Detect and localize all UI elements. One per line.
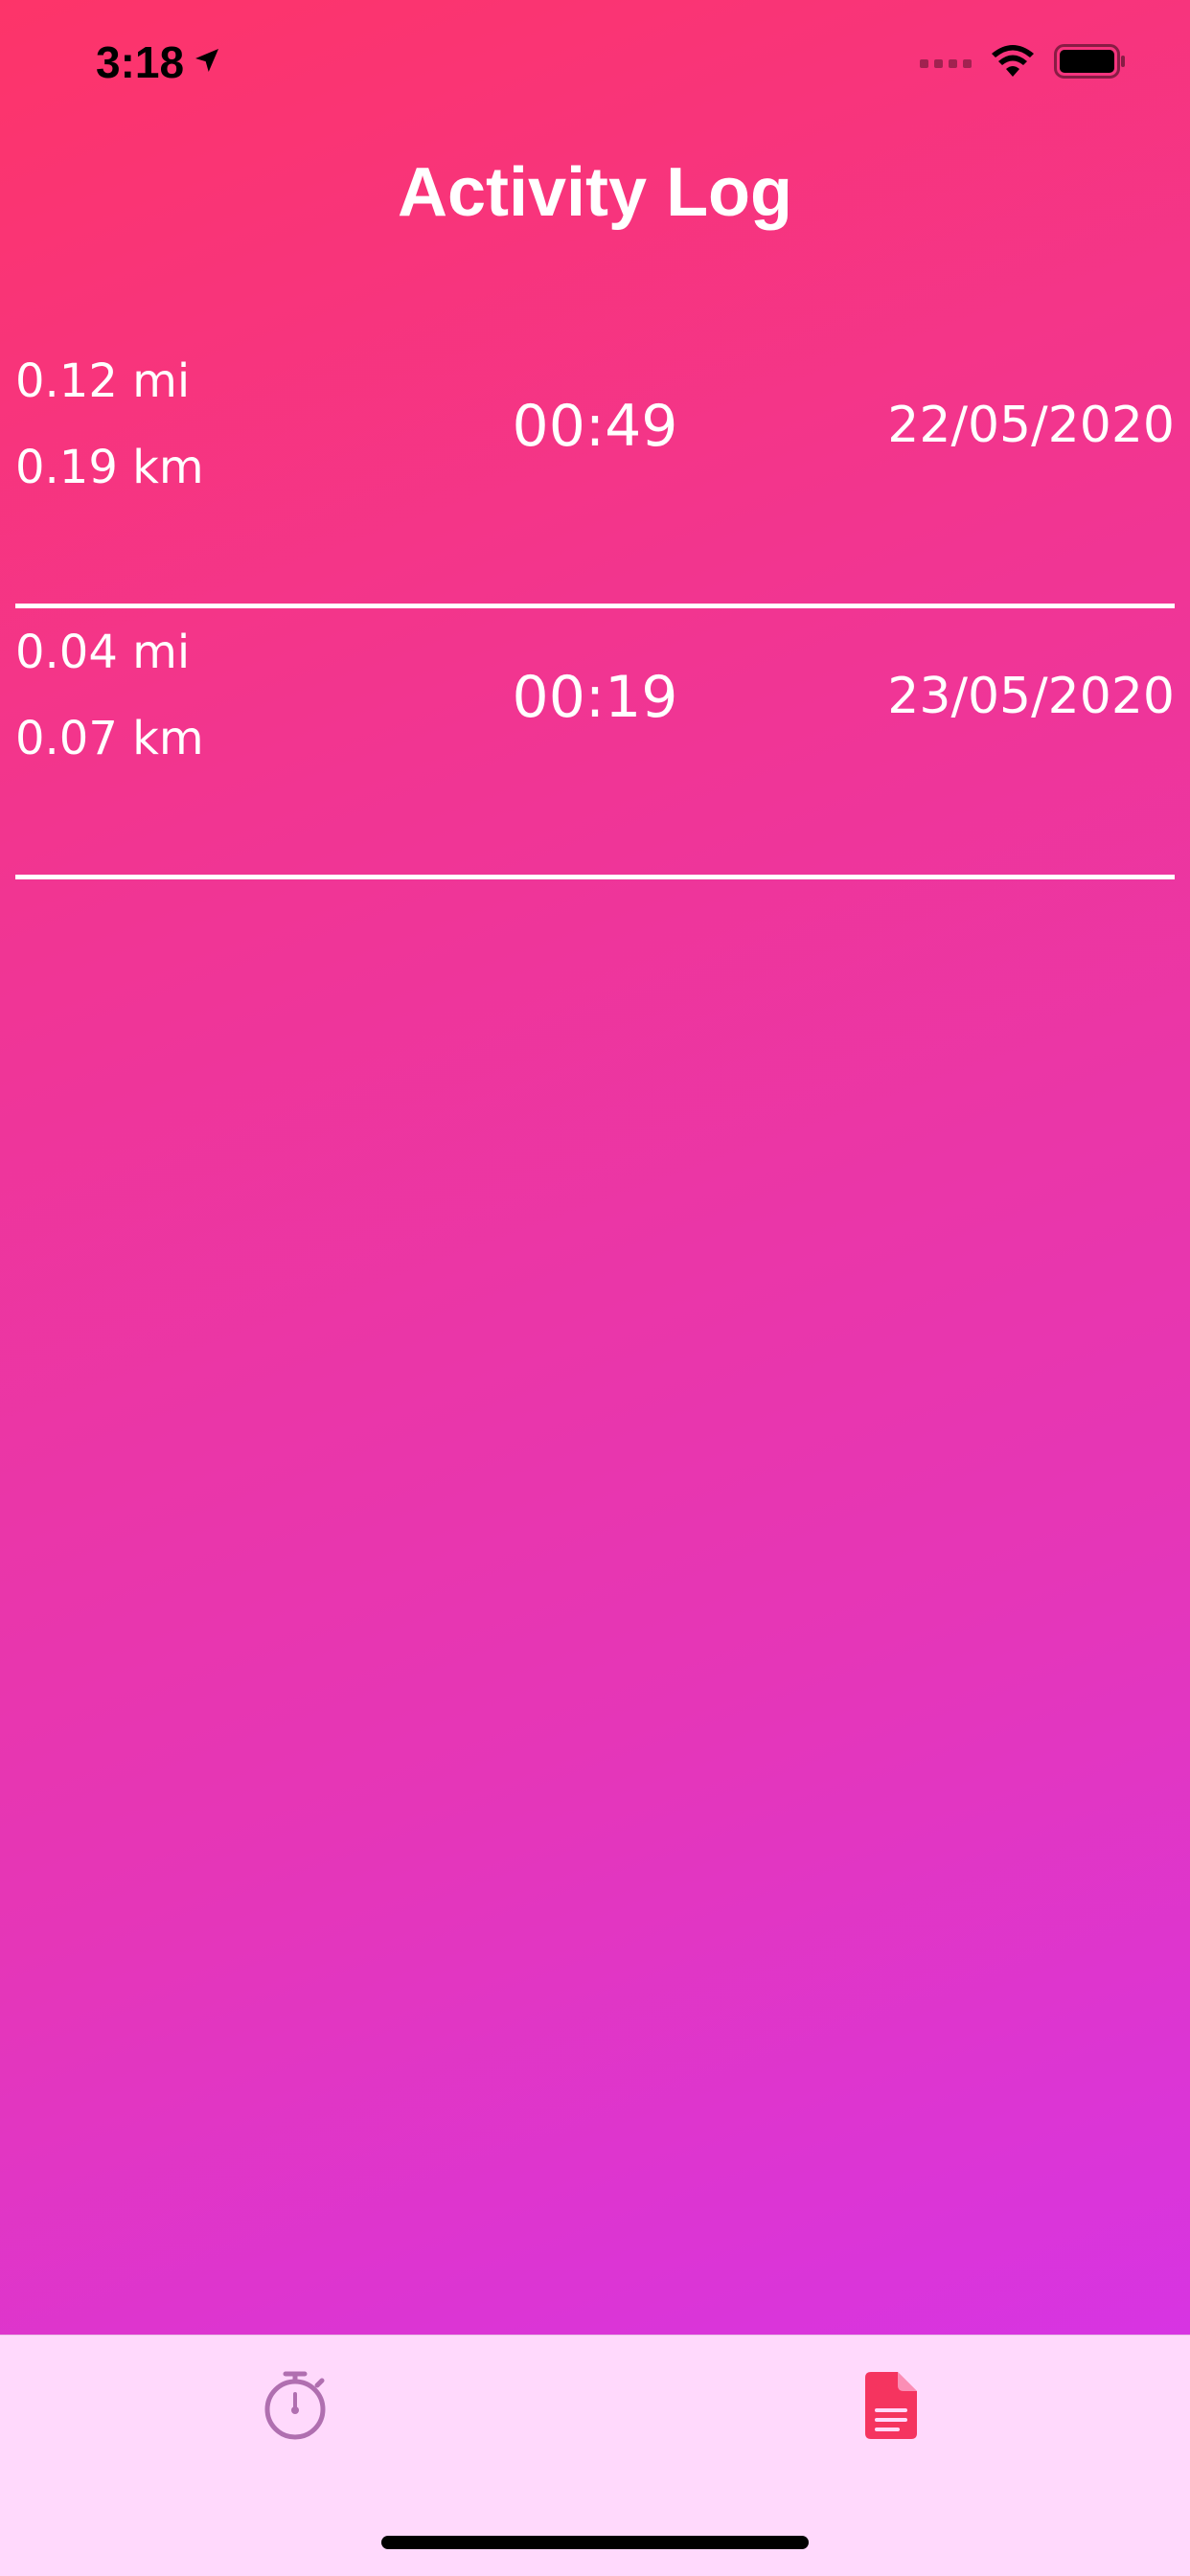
- app-screen: 3:18 Activity Log 0.12 mi 0.19 km 00:49 …: [0, 0, 1190, 2576]
- status-time-group: 3:18: [96, 36, 222, 88]
- status-bar: 3:18: [0, 0, 1190, 134]
- tab-activity-log[interactable]: [849, 2364, 935, 2451]
- stopwatch-icon: [263, 2369, 332, 2446]
- status-time: 3:18: [96, 37, 185, 87]
- activity-date: 22/05/2020: [887, 397, 1175, 454]
- location-arrow-icon: [192, 45, 222, 80]
- tab-stopwatch[interactable]: [254, 2364, 340, 2451]
- battery-icon: [1054, 44, 1127, 82]
- wifi-icon: [991, 45, 1035, 81]
- document-icon: [863, 2370, 921, 2445]
- status-icons: [920, 44, 1127, 82]
- activity-row[interactable]: 0.12 mi 0.19 km 00:49 22/05/2020: [15, 337, 1175, 608]
- activity-date: 23/05/2020: [887, 668, 1175, 725]
- home-indicator[interactable]: [381, 2536, 809, 2549]
- activity-list: 0.12 mi 0.19 km 00:49 22/05/2020 0.04 mi…: [15, 337, 1175, 879]
- page-title: Activity Log: [397, 154, 793, 231]
- cellular-signal-icon: [920, 58, 972, 68]
- activity-row[interactable]: 0.04 mi 0.07 km 00:19 23/05/2020: [15, 608, 1175, 879]
